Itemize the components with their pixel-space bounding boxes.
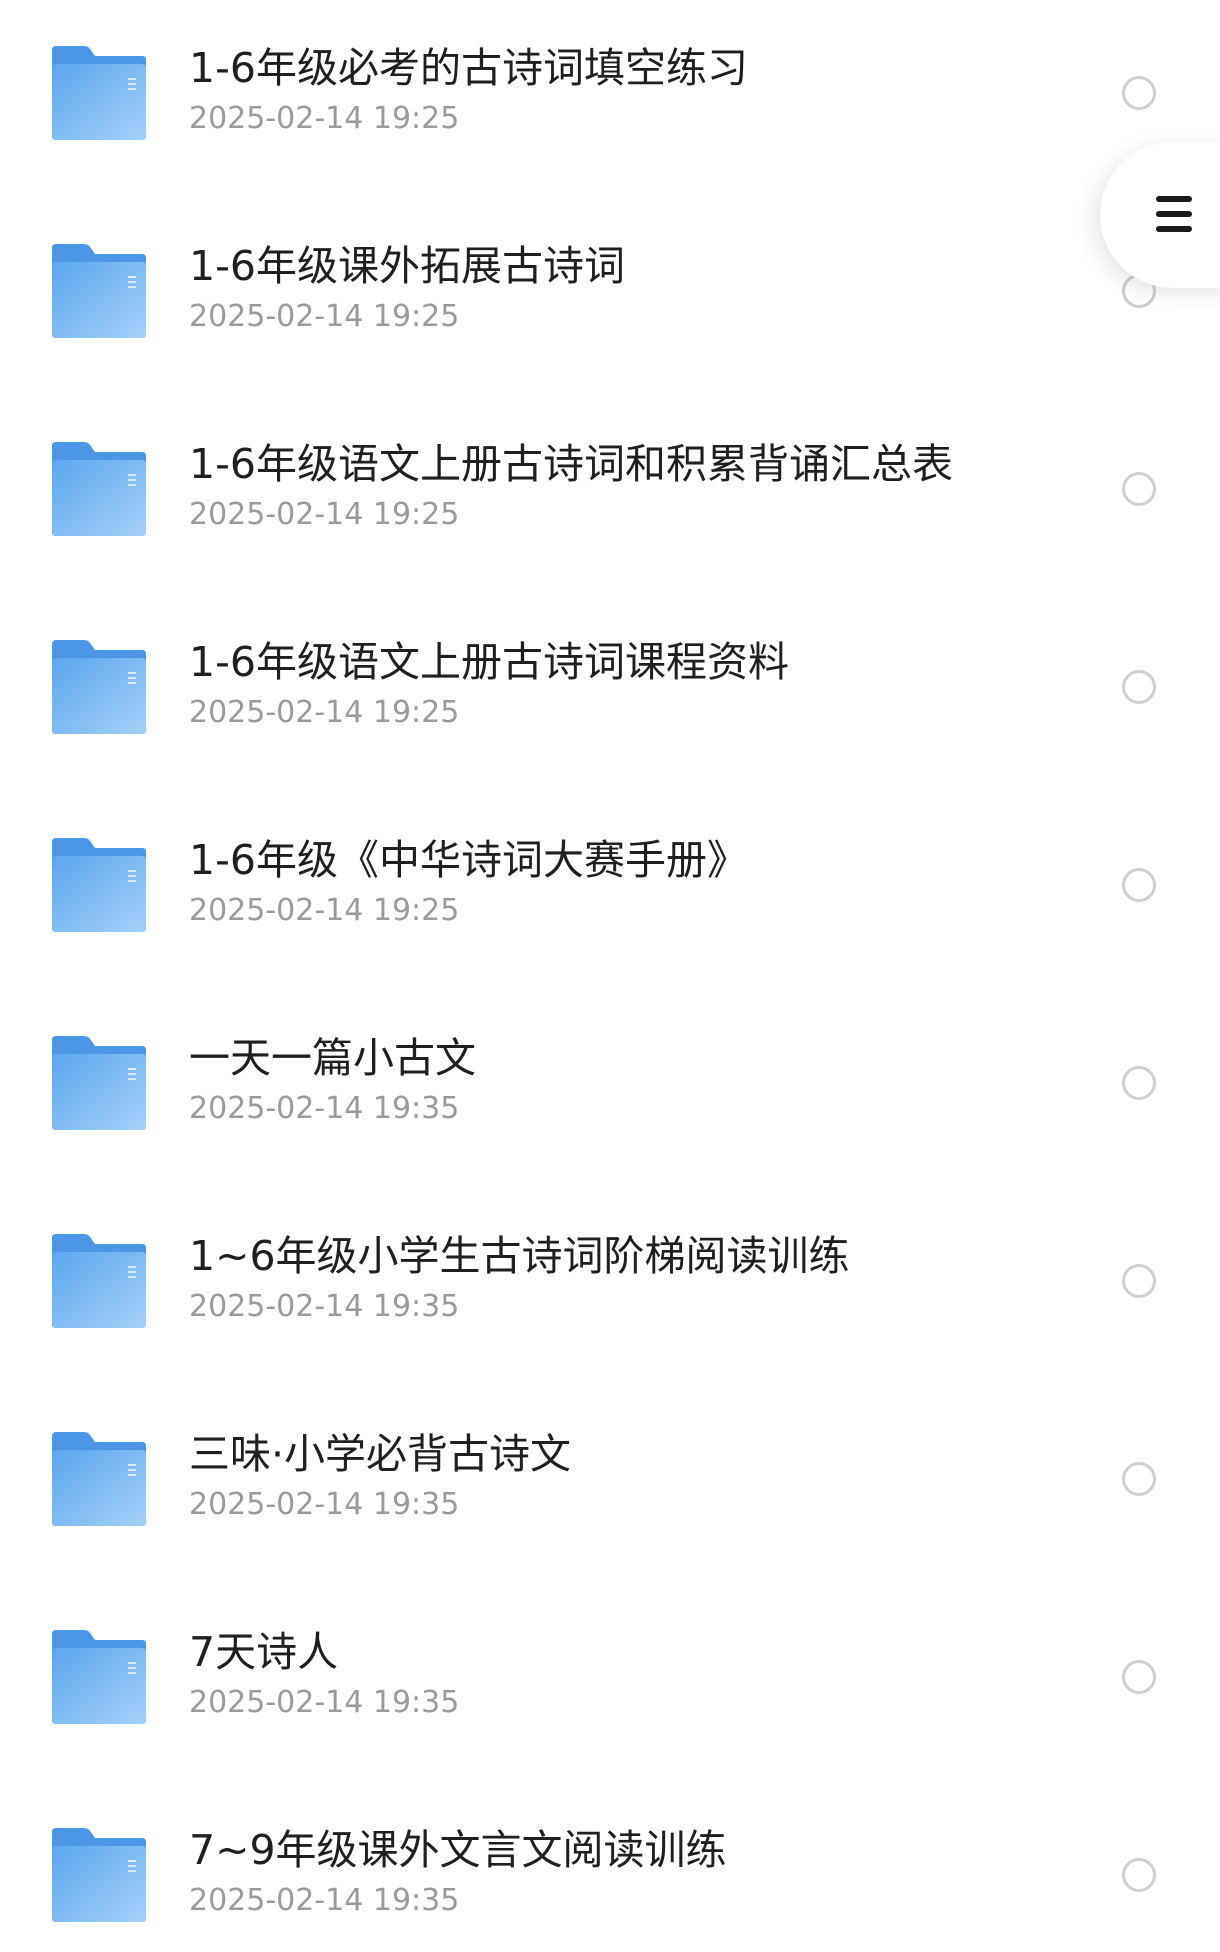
file-name: 1-6年级必考的古诗词填空练习 [189, 44, 748, 92]
folder-icon [50, 640, 148, 734]
file-date: 2025-02-14 19:25 [189, 893, 460, 928]
file-list: 1-6年级必考的古诗词填空练习 2025-02-14 19:25 1-6年级课外… [0, 0, 1220, 1952]
file-row[interactable]: 1-6年级语文上册古诗词和积累背诵汇总表 2025-02-14 19:25 [0, 392, 1220, 590]
file-name: 一天一篇小古文 [189, 1034, 476, 1082]
select-radio-icon[interactable] [1122, 670, 1156, 704]
file-text: 一天一篇小古文 2025-02-14 19:35 [189, 1032, 1049, 1128]
file-text: 1-6年级语文上册古诗词课程资料 2025-02-14 19:25 [189, 636, 1049, 732]
file-text: 1-6年级《中华诗词大赛手册》 2025-02-14 19:25 [189, 834, 1049, 930]
file-text: 7~9年级课外文言文阅读训练 2025-02-14 19:35 [189, 1824, 1049, 1920]
file-date: 2025-02-14 19:35 [189, 1883, 460, 1918]
file-name: 7~9年级课外文言文阅读训练 [189, 1826, 727, 1874]
file-name: 1-6年级《中华诗词大赛手册》 [189, 836, 748, 884]
file-row[interactable]: 一天一篇小古文 2025-02-14 19:35 [0, 986, 1220, 1184]
file-date: 2025-02-14 19:35 [189, 1091, 460, 1126]
folder-icon [50, 442, 148, 536]
file-text: 1-6年级语文上册古诗词和积累背诵汇总表 2025-02-14 19:25 [189, 438, 1049, 534]
file-date: 2025-02-14 19:25 [189, 695, 460, 730]
file-row[interactable]: 1-6年级《中华诗词大赛手册》 2025-02-14 19:25 [0, 788, 1220, 986]
file-name: 1~6年级小学生古诗词阶梯阅读训练 [189, 1232, 850, 1280]
folder-icon [50, 1630, 148, 1724]
file-date: 2025-02-14 19:25 [189, 299, 460, 334]
select-radio-icon[interactable] [1122, 1066, 1156, 1100]
folder-icon [50, 244, 148, 338]
file-text: 7天诗人 2025-02-14 19:35 [189, 1626, 1049, 1722]
file-date: 2025-02-14 19:35 [189, 1685, 460, 1720]
folder-icon [50, 1036, 148, 1130]
file-row[interactable]: 1-6年级语文上册古诗词课程资料 2025-02-14 19:25 [0, 590, 1220, 788]
file-browser: 1-6年级必考的古诗词填空练习 2025-02-14 19:25 1-6年级课外… [0, 0, 1220, 1952]
file-row[interactable]: 1~6年级小学生古诗词阶梯阅读训练 2025-02-14 19:35 [0, 1184, 1220, 1382]
folder-icon [50, 1234, 148, 1328]
select-radio-icon[interactable] [1122, 472, 1156, 506]
folder-icon [50, 46, 148, 140]
file-date: 2025-02-14 19:35 [189, 1289, 460, 1324]
file-name: 1-6年级语文上册古诗词课程资料 [189, 638, 789, 686]
folder-icon [50, 1432, 148, 1526]
file-text: 1~6年级小学生古诗词阶梯阅读训练 2025-02-14 19:35 [189, 1230, 1049, 1326]
file-row[interactable]: 1-6年级必考的古诗词填空练习 2025-02-14 19:25 [0, 0, 1220, 194]
file-name: 1-6年级课外拓展古诗词 [189, 242, 625, 290]
file-row[interactable]: 三味·小学必背古诗文 2025-02-14 19:35 [0, 1382, 1220, 1580]
file-name: 三味·小学必背古诗文 [189, 1430, 572, 1478]
file-date: 2025-02-14 19:25 [189, 497, 460, 532]
file-name: 1-6年级语文上册古诗词和积累背诵汇总表 [189, 440, 953, 488]
file-date: 2025-02-14 19:35 [189, 1487, 460, 1522]
select-radio-icon[interactable] [1122, 868, 1156, 902]
file-name: 7天诗人 [189, 1628, 339, 1676]
file-row[interactable]: 7天诗人 2025-02-14 19:35 [0, 1580, 1220, 1778]
menu-icon [1156, 194, 1192, 234]
file-text: 1-6年级必考的古诗词填空练习 2025-02-14 19:25 [189, 42, 1049, 138]
file-text: 三味·小学必背古诗文 2025-02-14 19:35 [189, 1428, 1049, 1524]
select-radio-icon[interactable] [1122, 1462, 1156, 1496]
folder-icon [50, 838, 148, 932]
file-date: 2025-02-14 19:25 [189, 101, 460, 136]
file-row[interactable]: 1-6年级课外拓展古诗词 2025-02-14 19:25 [0, 194, 1220, 392]
file-row[interactable]: 7~9年级课外文言文阅读训练 2025-02-14 19:35 [0, 1778, 1220, 1952]
select-radio-icon[interactable] [1122, 1858, 1156, 1892]
select-radio-icon[interactable] [1122, 1660, 1156, 1694]
select-radio-icon[interactable] [1122, 1264, 1156, 1298]
file-text: 1-6年级课外拓展古诗词 2025-02-14 19:25 [189, 240, 1049, 336]
folder-icon [50, 1828, 148, 1922]
select-radio-icon[interactable] [1122, 76, 1156, 110]
